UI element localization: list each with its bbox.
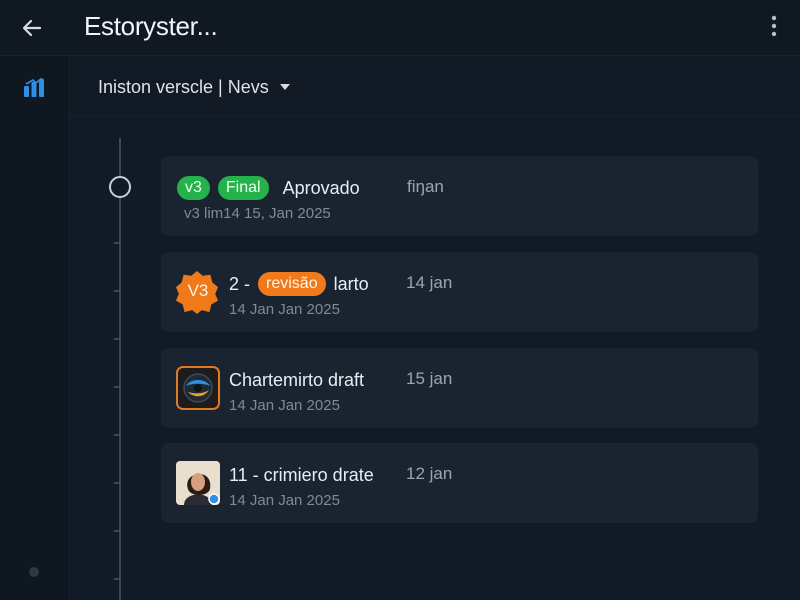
timeline-tick [114, 530, 120, 532]
version-title: Aprovado [282, 177, 360, 198]
status-badge: Final [217, 176, 269, 200]
version-date-short: 14 jan [406, 273, 453, 292]
arrow-left-icon [22, 19, 42, 37]
left-rail [0, 56, 70, 600]
version-date-long: 14 Jan Jan 2025 [229, 397, 340, 414]
page-title: Estoryster... [84, 11, 218, 41]
timeline-tick [114, 290, 120, 292]
version-date-short: 12 jan [406, 464, 453, 483]
version-date-short: fiŋan [407, 177, 444, 196]
status-badge: revisão [258, 272, 326, 296]
more-vertical-icon [771, 15, 777, 37]
version-prefix: 2 - [229, 273, 251, 294]
version-card-2[interactable]: V3 2 - revisão larto 14 jan 14 Jan Jan 2… [161, 252, 758, 332]
app-window: Estoryster... Iniston verscle | Nevs v3 … [0, 0, 800, 600]
person-photo-icon [176, 461, 220, 505]
timeline-tick [114, 242, 120, 244]
timeline-tick [114, 482, 120, 484]
back-button[interactable] [16, 12, 48, 44]
rail-stats-button[interactable] [22, 76, 46, 100]
version-avatar [176, 366, 220, 410]
timeline-tick [114, 434, 120, 436]
version-card-draft[interactable]: Chartemirto draft 15 jan 14 Jan Jan 2025 [161, 348, 758, 428]
version-dropdown-label: Iniston verscle | Nevs [98, 76, 269, 97]
more-options-button[interactable] [760, 12, 788, 40]
version-dropdown[interactable]: Iniston verscle | Nevs [98, 74, 291, 100]
version-timeline: v3 Final Aprovado fiŋan v3 lim14 15, Jan… [70, 116, 800, 600]
version-card-header: v3 Final Aprovado [177, 176, 360, 200]
rail-indicator-dot [29, 567, 39, 577]
version-date-long: 14 Jan Jan 2025 [229, 301, 340, 318]
version-card-header: 2 - revisão larto [229, 272, 369, 296]
version-title: 11 - crimiero drate [229, 464, 374, 485]
version-card-v3[interactable]: v3 Final Aprovado fiŋan v3 lim14 15, Jan… [161, 156, 758, 236]
caret-down-icon [279, 84, 290, 90]
version-card-header: 11 - crimiero drate [229, 463, 374, 487]
timeline-tick [114, 386, 120, 388]
version-title: larto [333, 273, 369, 294]
version-card-11[interactable]: 11 - crimiero drate 12 jan 14 Jan Jan 20… [161, 443, 758, 523]
sub-header: Iniston verscle | Nevs [70, 56, 800, 116]
version-title: Chartemirto draft [229, 369, 365, 390]
timeline-tick [114, 338, 120, 340]
timeline-tick [114, 578, 120, 580]
top-bar: Estoryster... [0, 0, 800, 56]
version-avatar-badge: V3 [175, 270, 219, 314]
version-date-long: v3 lim14 15, Jan 2025 [184, 205, 331, 222]
timeline-node [109, 176, 131, 198]
app-logo-icon [176, 366, 220, 410]
version-card-header: Chartemirto draft [229, 368, 364, 392]
version-badge: v3 [177, 176, 210, 200]
stats-icon [24, 78, 44, 97]
user-avatar [176, 461, 220, 505]
version-date-long: 14 Jan Jan 2025 [229, 492, 340, 509]
version-date-short: 15 jan [406, 369, 453, 388]
avatar-label: V3 [187, 281, 209, 300]
